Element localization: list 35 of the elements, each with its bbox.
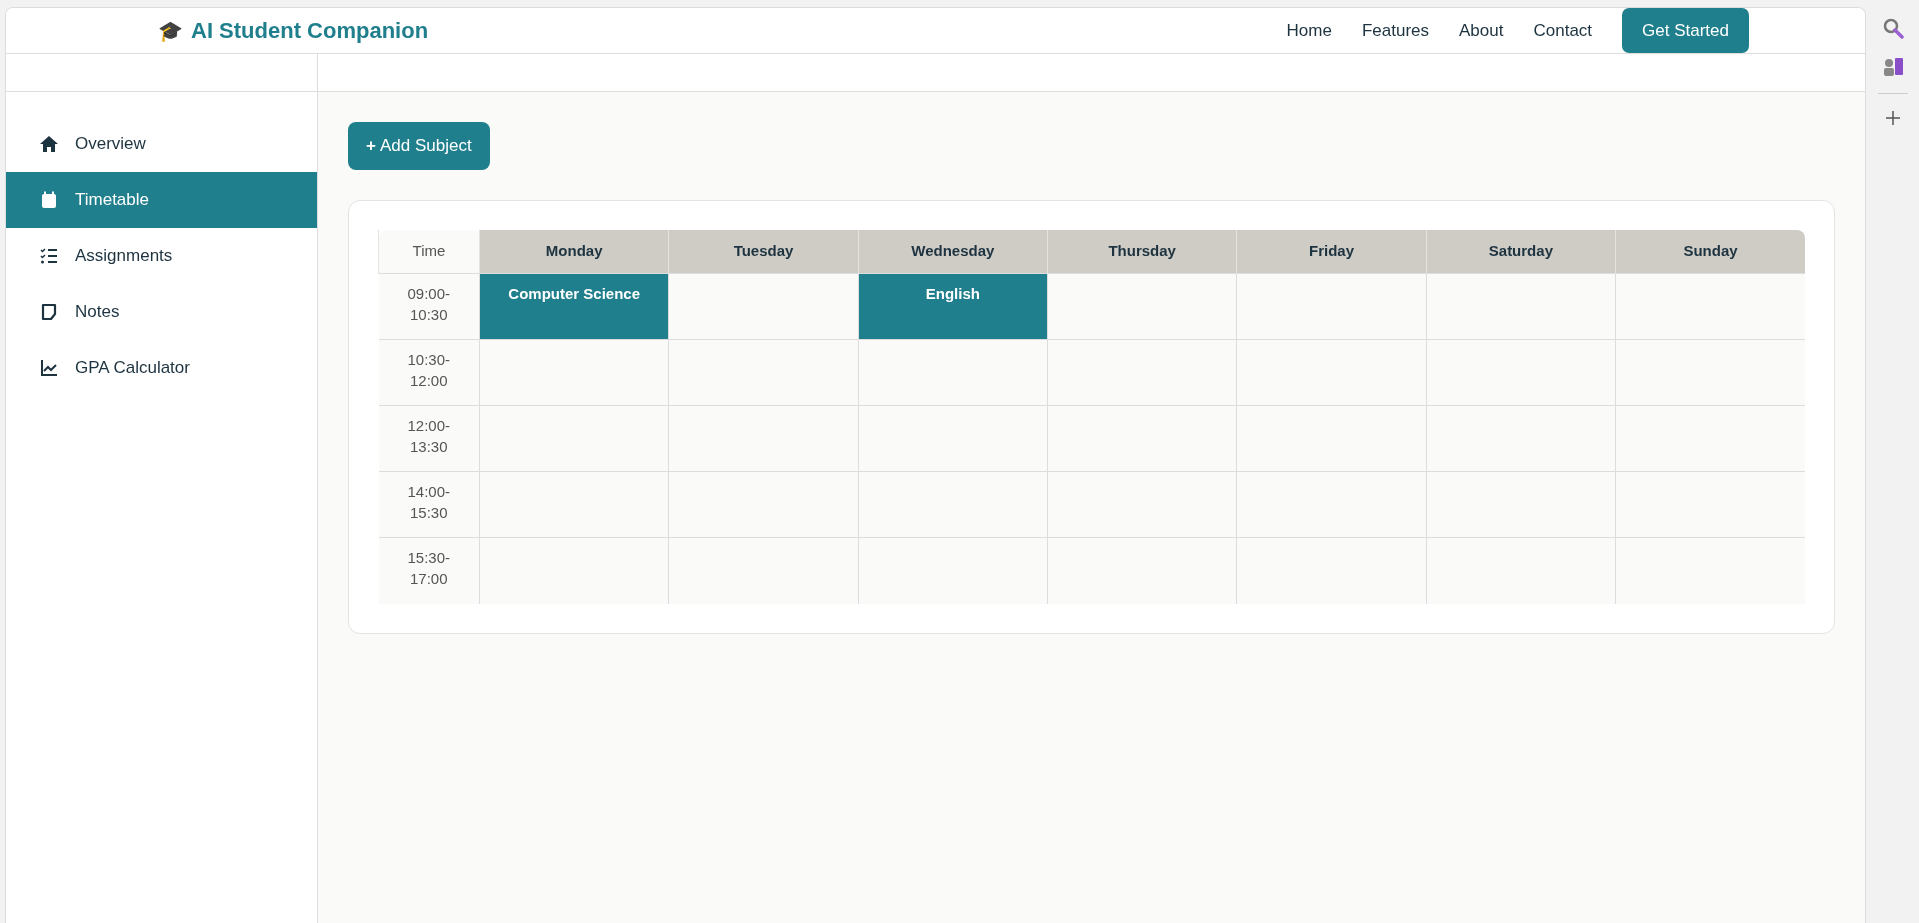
graduation-cap-icon: 🎓	[158, 15, 183, 46]
column-header: Wednesday	[858, 229, 1048, 274]
time-cell: 15:30- 17:00	[378, 537, 480, 604]
nav-link[interactable]: Home	[1286, 17, 1332, 44]
time-cell: 14:00- 15:30	[378, 471, 480, 538]
sidebar-item[interactable]: Overview	[6, 116, 317, 172]
checklist-icon	[39, 246, 59, 266]
sidebar-item[interactable]: GPA Calculator	[6, 340, 317, 396]
column-header: Tuesday	[668, 229, 859, 274]
nav-link[interactable]: Contact	[1533, 17, 1593, 44]
note-icon	[39, 302, 59, 322]
sidebar-item[interactable]: Assignments	[6, 228, 317, 284]
column-header: Sunday	[1615, 229, 1805, 274]
class-cell: Computer Science	[479, 273, 669, 340]
time-cell: 09:00- 10:30	[378, 273, 480, 340]
brand-link[interactable]: AI Student Companion	[191, 14, 429, 47]
column-header: Thursday	[1047, 229, 1237, 274]
column-header: Monday	[479, 229, 669, 274]
sidebar-item[interactable]: Timetable	[6, 172, 317, 228]
nav-link[interactable]: Features	[1361, 17, 1430, 44]
search-icon[interactable]	[1881, 17, 1904, 39]
add-icon[interactable]	[1884, 110, 1901, 126]
line-chart-icon	[39, 358, 59, 378]
class-cell: English	[858, 273, 1048, 340]
column-header: Saturday	[1426, 229, 1616, 274]
column-header: Time	[378, 229, 480, 274]
time-cell: 12:00- 13:30	[378, 405, 480, 472]
add-subject-button[interactable]: + Add Subject	[348, 122, 490, 170]
nav-link[interactable]: About	[1459, 17, 1504, 44]
get-started-button[interactable]: Get Started	[1622, 8, 1749, 54]
column-header: Friday	[1236, 229, 1427, 274]
home-icon	[39, 134, 59, 154]
calendar-icon	[39, 190, 59, 210]
time-cell: 10:30- 12:00	[378, 339, 480, 406]
sidebar-item[interactable]: Notes	[6, 284, 317, 340]
